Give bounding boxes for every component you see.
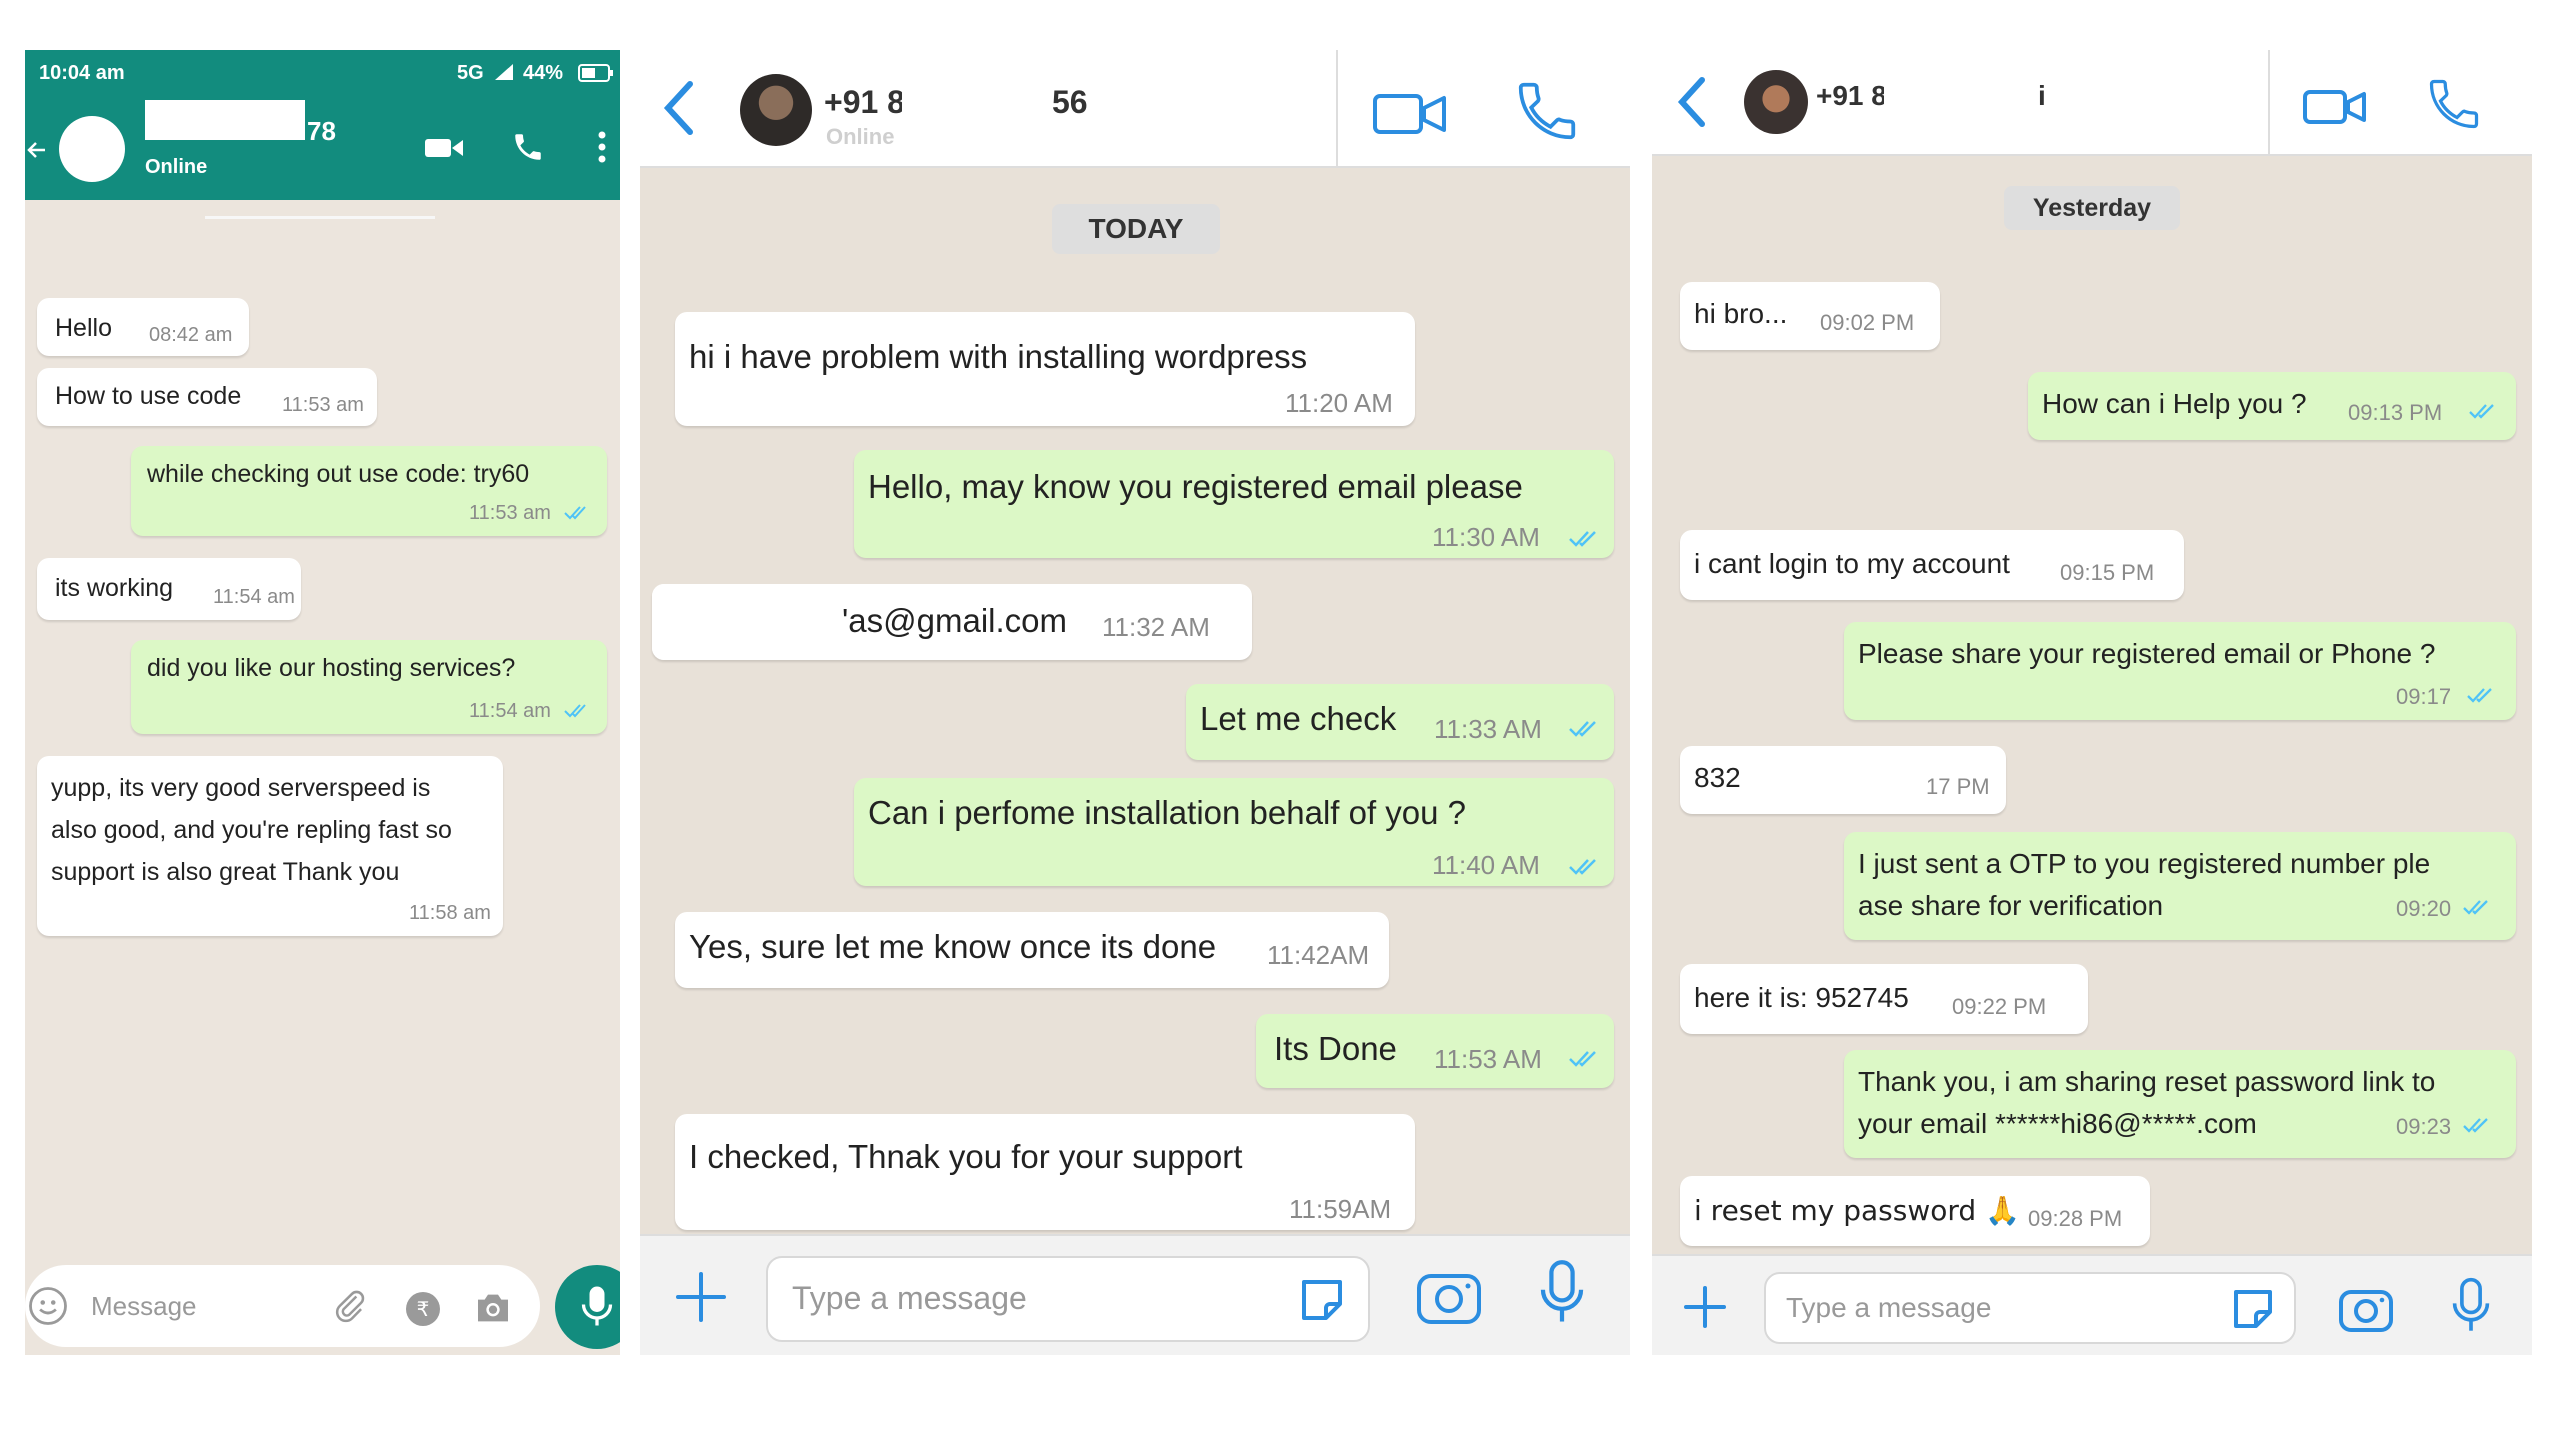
message-bubble-out: did you like our hosting services? 11:54… (131, 640, 607, 734)
message-bubble-in: 832 17 PM (1680, 746, 2006, 814)
read-ticks-icon (2462, 1116, 2492, 1136)
divider (205, 216, 435, 219)
read-ticks-icon (563, 702, 591, 720)
message-bubble-in: I checked, Thnak you for your support 11… (675, 1114, 1415, 1230)
chat-header: 10:04 am 5G 44% 78 Online (25, 50, 620, 200)
avatar[interactable] (59, 116, 125, 182)
video-call-icon[interactable] (2302, 84, 2368, 128)
menu-dots-icon[interactable] (597, 130, 607, 164)
message-bubble-out: Please share your registered email or Ph… (1844, 622, 2516, 720)
message-bubble-in: hi bro... 09:02 PM (1680, 282, 1940, 350)
message-input[interactable]: Message (91, 1291, 197, 1322)
read-ticks-icon (1568, 528, 1602, 550)
contact-status: Online (145, 156, 208, 178)
message-input[interactable]: Type a message (1764, 1272, 2296, 1344)
message-bubble-out: Its Done 11:53 AM (1256, 1014, 1614, 1088)
contact-name-suffix: 56 (1052, 84, 1088, 120)
message-bubble-in: hi i have problem with installing wordpr… (675, 312, 1415, 426)
chat-panel-2: +91 8 56 Online TODAY hi i have problem … (640, 50, 1630, 1355)
emoji-icon[interactable] (27, 1285, 69, 1327)
signal-icon (493, 62, 515, 82)
battery-icon (578, 64, 614, 82)
status-time: 10:04 am (39, 62, 125, 84)
message-bubble-in: Yes, sure let me know once its done 11:4… (675, 912, 1389, 988)
redacted-contact-number (902, 76, 1050, 124)
message-input[interactable]: Type a message (766, 1256, 1370, 1342)
avatar[interactable] (1744, 70, 1808, 134)
date-chip: Yesterday (2004, 186, 2180, 230)
contact-name-prefix[interactable]: +91 8 (1816, 80, 1887, 112)
video-call-icon[interactable] (1372, 86, 1448, 138)
read-ticks-icon (1568, 856, 1602, 878)
redacted-email-prefix (652, 584, 840, 660)
header-divider (1336, 50, 1338, 166)
phone-icon[interactable] (2424, 74, 2484, 134)
chat-header: +91 8 i (1652, 50, 2532, 156)
message-bubble-out: Hello, may know you registered email ple… (854, 450, 1614, 558)
chat-header: +91 8 56 Online (640, 50, 1630, 168)
message-bubble-in: here it is: 952745 09:22 PM (1680, 964, 2088, 1034)
composer-bar: Type a message (640, 1234, 1630, 1355)
message-bubble-in: Hello 08:42 am (37, 298, 249, 356)
message-bubble-out: I just sent a OTP to you registered numb… (1844, 832, 2516, 940)
message-bubble-in: i cant login to my account 09:15 PM (1680, 530, 2184, 600)
plus-icon[interactable] (1682, 1284, 1728, 1330)
read-ticks-icon (2468, 402, 2498, 422)
attach-icon[interactable] (331, 1287, 369, 1325)
mic-button[interactable] (555, 1265, 620, 1349)
redacted-contact-number (1884, 72, 2016, 116)
message-bubble-out: Let me check 11:33 AM (1186, 684, 1614, 760)
read-ticks-icon (1568, 1048, 1602, 1070)
sticker-icon[interactable] (2230, 1286, 2276, 1332)
message-bubble-out: while checking out use code: try60 11:53… (131, 446, 607, 536)
message-input-bar[interactable]: Message ₹ (25, 1265, 540, 1347)
read-ticks-icon (2466, 686, 2496, 706)
read-ticks-icon (1568, 718, 1602, 740)
svg-text:₹: ₹ (417, 1297, 430, 1321)
plus-icon[interactable] (674, 1270, 728, 1324)
battery-label: 44% (523, 62, 564, 84)
back-chevron-icon[interactable] (1670, 74, 1710, 130)
message-bubble-out: Can i perfome installation behalf of you… (854, 778, 1614, 886)
mic-icon[interactable] (1536, 1258, 1588, 1330)
message-bubble-in: yupp, its very good serverspeed is also … (37, 756, 503, 936)
message-bubble-in: How to use code 11:53 am (37, 368, 377, 426)
network-label: 5G (457, 62, 484, 84)
header-divider (2268, 50, 2270, 154)
chat-panel-3: +91 8 i Yesterday hi bro... 09:02 PM How… (1652, 50, 2532, 1355)
sticker-icon[interactable] (1296, 1274, 1348, 1326)
camera-icon[interactable] (2338, 1282, 2394, 1334)
payment-icon[interactable]: ₹ (405, 1291, 441, 1327)
contact-name-prefix[interactable]: +91 8 (824, 84, 905, 121)
phone-icon[interactable] (1512, 76, 1582, 146)
composer-bar: Type a message (1652, 1254, 2532, 1355)
redacted-contact-name (145, 100, 305, 140)
camera-icon[interactable] (473, 1291, 513, 1325)
read-ticks-icon (563, 504, 591, 522)
back-chevron-icon[interactable] (658, 78, 698, 138)
back-arrow-icon[interactable] (25, 138, 49, 162)
contact-status: Online (826, 124, 895, 149)
avatar[interactable] (740, 74, 812, 146)
message-bubble-out: Thank you, i am sharing reset password l… (1844, 1050, 2516, 1158)
date-chip: TODAY (1052, 204, 1220, 254)
message-bubble-in: i reset my password 🙏 09:28 PM (1680, 1176, 2150, 1246)
chat-panel-1: 10:04 am 5G 44% 78 Online Hello 08:42 am (25, 50, 620, 1355)
video-call-icon[interactable] (423, 134, 465, 162)
camera-icon[interactable] (1416, 1264, 1482, 1326)
contact-name-suffix: i (2038, 80, 2046, 111)
read-ticks-icon (2462, 898, 2492, 918)
message-bubble-out: How can i Help you ? 09:13 PM (2028, 372, 2516, 440)
message-bubble-in: 'as@gmail.com 11:32 AM (652, 584, 1252, 660)
contact-name[interactable]: 78 (307, 116, 336, 147)
message-bubble-in: its working 11:54 am (37, 558, 301, 620)
phone-icon[interactable] (511, 130, 545, 164)
mic-icon (579, 1283, 615, 1329)
mic-icon[interactable] (2448, 1276, 2494, 1338)
